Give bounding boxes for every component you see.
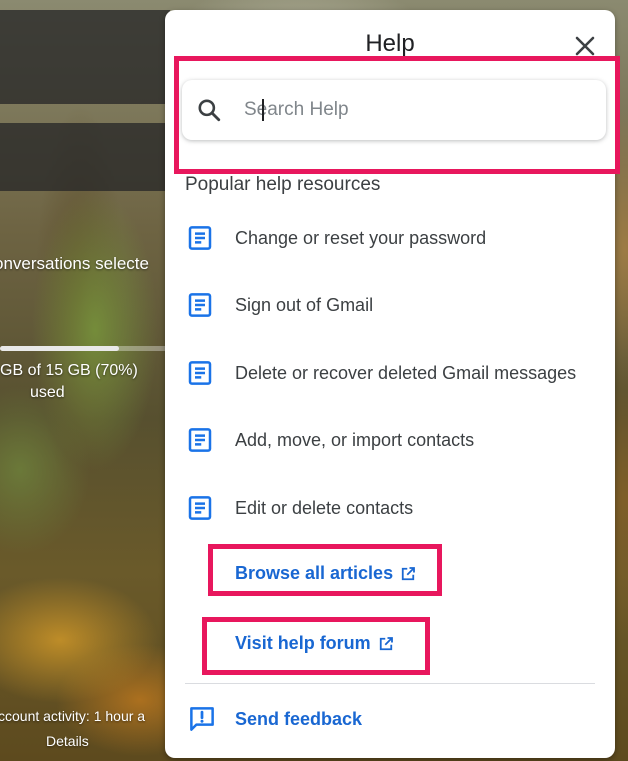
conversations-selected-text: onversations selecte: [0, 254, 149, 273]
search-icon: [198, 99, 221, 122]
search-input[interactable]: [244, 99, 584, 121]
help-panel: Help Popular help resources Change or re…: [165, 10, 615, 758]
browse-all-articles-label: Browse all articles: [235, 563, 394, 583]
external-link-icon: [379, 636, 393, 650]
storage-usage-fill: [0, 346, 119, 351]
article-icon: [188, 361, 212, 385]
text-caret: [262, 99, 264, 121]
browse-all-articles-link[interactable]: Browse all articles: [235, 563, 417, 584]
article-icon: [188, 428, 212, 452]
send-feedback-label: Send feedback: [235, 708, 363, 729]
article-icon: [188, 226, 212, 250]
send-feedback-button[interactable]: Send feedback: [187, 704, 362, 734]
storage-usage-text: GB of 15 GB (70%): [0, 362, 138, 379]
storage-usage-bar: [0, 346, 170, 351]
external-link-icon: [401, 566, 415, 580]
divider: [185, 683, 595, 684]
close-button[interactable]: [571, 32, 599, 60]
storage-usage-text-used: used: [30, 384, 65, 401]
help-article-label: Sign out of Gmail: [235, 294, 374, 315]
popular-help-heading: Popular help resources: [185, 174, 381, 195]
help-panel-title: Help: [365, 30, 415, 57]
help-article-label: Delete or recover deleted Gmail messages: [235, 362, 577, 383]
help-article-item[interactable]: Delete or recover deleted Gmail messages: [185, 353, 605, 393]
feedback-icon: [190, 707, 214, 731]
details-link[interactable]: Details: [46, 733, 89, 749]
background-toolbar-panel: [0, 10, 170, 104]
account-activity-text: ccount activity: 1 hour a: [0, 708, 146, 724]
help-article-item[interactable]: Change or reset your password: [185, 218, 605, 258]
help-article-item[interactable]: Sign out of Gmail: [185, 285, 605, 325]
visit-help-forum-label: Visit help forum: [235, 633, 371, 653]
help-article-item[interactable]: Add, move, or import contacts: [185, 420, 605, 460]
help-article-label: Add, move, or import contacts: [235, 429, 475, 450]
article-icon: [188, 496, 212, 520]
help-article-label: Edit or delete contacts: [235, 497, 414, 518]
help-article-label: Change or reset your password: [235, 227, 487, 248]
close-icon: [575, 36, 595, 56]
visit-help-forum-link[interactable]: Visit help forum: [235, 633, 395, 654]
article-icon: [188, 293, 212, 317]
help-article-item[interactable]: Edit or delete contacts: [185, 488, 605, 528]
background-toolbar-panel: [0, 123, 170, 191]
search-box[interactable]: [182, 80, 606, 140]
